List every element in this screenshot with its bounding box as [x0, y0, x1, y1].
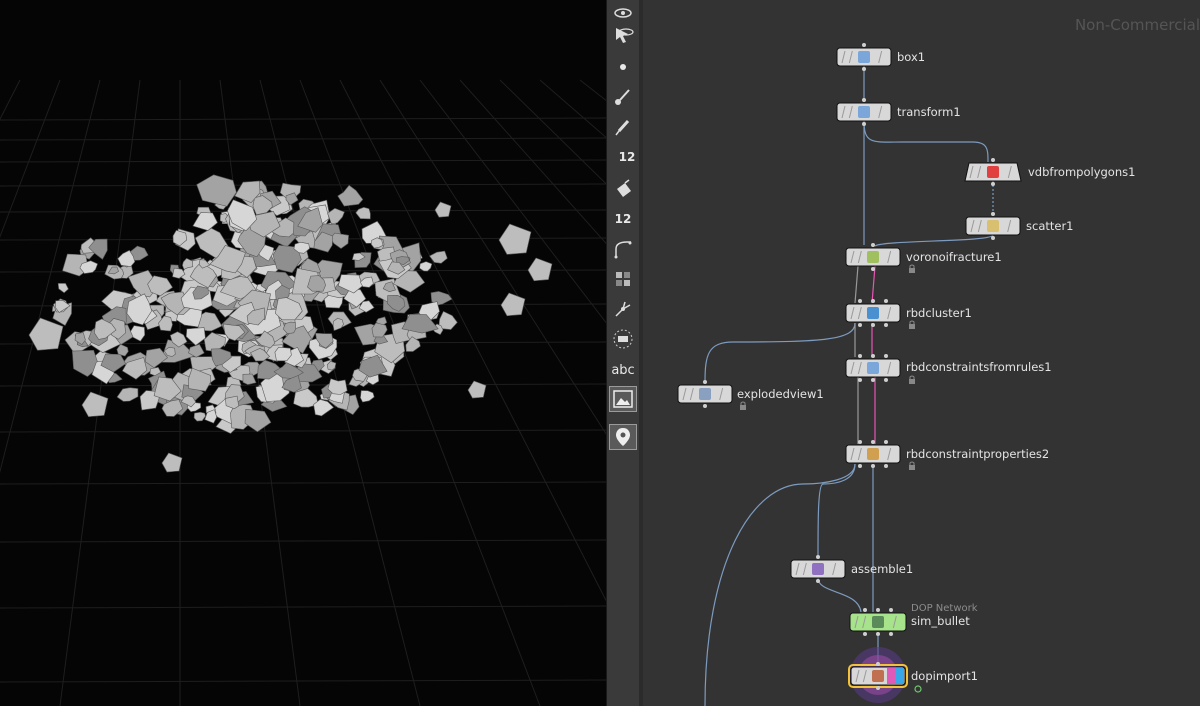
node-icon — [867, 251, 879, 263]
display-flag-icon[interactable] — [914, 685, 922, 693]
debris-chunk — [161, 452, 183, 473]
debris-chunk — [330, 232, 349, 249]
node-scatter1[interactable] — [965, 212, 1021, 240]
debris-chunk — [327, 207, 345, 225]
node-icon — [867, 307, 879, 319]
debris-chunk — [28, 317, 64, 351]
node-icon — [867, 448, 879, 460]
node-dopimport1-label[interactable]: dopimport1 — [911, 669, 978, 683]
node-icon — [872, 670, 884, 682]
pen-icon[interactable] — [609, 114, 637, 140]
debris-chunk — [116, 387, 139, 402]
node-box1-label[interactable]: box1 — [897, 50, 925, 64]
node-box1[interactable] — [836, 43, 892, 71]
node-icon — [987, 166, 999, 178]
node-transform1-label[interactable]: transform1 — [897, 105, 961, 119]
node-sim-bullet-type: DOP Network — [911, 603, 978, 614]
lock-icon[interactable] — [909, 461, 915, 470]
lock-icon[interactable] — [909, 264, 915, 273]
fractured-debris — [28, 174, 553, 473]
debris-chunk — [57, 283, 69, 294]
node-vdbfrompolygons1-label[interactable]: vdbfrompolygons1 — [1028, 165, 1135, 179]
node-rbdconstraintsfromrules1-label[interactable]: rbdconstraintsfromrules1 — [906, 360, 1052, 374]
debris-chunk — [355, 206, 371, 220]
curve-tool-icon[interactable] — [609, 236, 637, 262]
node-icon — [987, 220, 999, 232]
node-icon — [858, 51, 870, 63]
debris-chunk — [192, 212, 218, 231]
debris-chunk — [337, 184, 364, 207]
lock-icon[interactable] — [909, 320, 915, 329]
node-rbdconstraintproperties2-label[interactable]: rbdconstraintproperties2 — [906, 447, 1049, 461]
debris-chunk — [467, 380, 487, 399]
scene-viewport[interactable] — [0, 0, 606, 706]
network-editor[interactable]: Non-Commercial box1 transform1 vdbfrompo… — [643, 0, 1200, 706]
node-icon — [699, 388, 711, 400]
debris-chunk — [527, 257, 553, 282]
visibility-toggle-icon[interactable] — [609, 326, 637, 352]
debris-chunk — [498, 223, 532, 255]
node-transform1[interactable] — [836, 98, 892, 126]
debris-chunk — [193, 411, 206, 422]
debris-chunk — [244, 408, 272, 433]
node-vdbfrompolygons1[interactable] — [964, 158, 1022, 186]
node-rbdconstraintsfromrules1[interactable] — [845, 354, 901, 382]
node-scatter1-label[interactable]: scatter1 — [1026, 219, 1074, 233]
debris-chunk — [419, 261, 433, 272]
debris-chunk — [196, 174, 237, 207]
node-icon — [812, 563, 824, 575]
text-annotation-tool[interactable]: abc — [609, 357, 637, 383]
debris-chunk — [360, 390, 375, 403]
node-assemble1-label[interactable]: assemble1 — [851, 562, 913, 576]
node-sim-bullet-label[interactable]: sim_bullet — [911, 614, 970, 628]
select-tool-icon[interactable] — [609, 22, 637, 48]
node-voronoifracture1-label[interactable]: voronoifracture1 — [906, 250, 1002, 264]
node-explodedview1-label[interactable]: explodedview1 — [737, 387, 824, 401]
handle-tool-icon[interactable] — [609, 296, 637, 322]
debris-chunk — [81, 391, 109, 418]
prim-number-label: 12 — [614, 212, 632, 226]
node-icon — [867, 362, 879, 374]
point-icon[interactable] — [609, 54, 637, 80]
debris-chunk — [332, 317, 344, 332]
node-voronoifracture1[interactable] — [845, 243, 901, 271]
text-tool-label: abc — [611, 362, 635, 378]
debris-chunk — [429, 250, 448, 264]
node-sim-bullet[interactable] — [849, 608, 907, 636]
debris-chunk — [500, 292, 526, 317]
background-image-icon[interactable] — [609, 386, 637, 412]
node-icon — [858, 106, 870, 118]
point-number-icon[interactable]: 12 — [609, 144, 637, 170]
prim-number-icon[interactable]: 12 — [609, 206, 637, 232]
node-rbdcluster1-label[interactable]: rbdcluster1 — [906, 306, 972, 320]
point-number-label: 12 — [618, 150, 636, 164]
debris-chunk — [434, 201, 452, 218]
debris-chunk — [185, 327, 206, 346]
node-explodedview1[interactable] — [677, 380, 733, 408]
tool-shelf: 12 12 abc — [606, 0, 640, 706]
lock-icon[interactable] — [740, 401, 746, 410]
paint-bucket-icon[interactable] — [609, 176, 637, 202]
node-icon — [872, 616, 884, 628]
node-rbdcluster1[interactable] — [845, 299, 901, 327]
grid-snap-icon[interactable] — [609, 266, 637, 292]
brush-icon[interactable] — [609, 84, 637, 110]
location-pin-icon[interactable] — [609, 424, 637, 450]
node-rbdconstraintproperties2[interactable] — [845, 440, 901, 468]
lock-icon[interactable] — [909, 375, 915, 384]
node-assemble1[interactable] — [790, 555, 846, 583]
debris-chunk — [242, 373, 257, 385]
